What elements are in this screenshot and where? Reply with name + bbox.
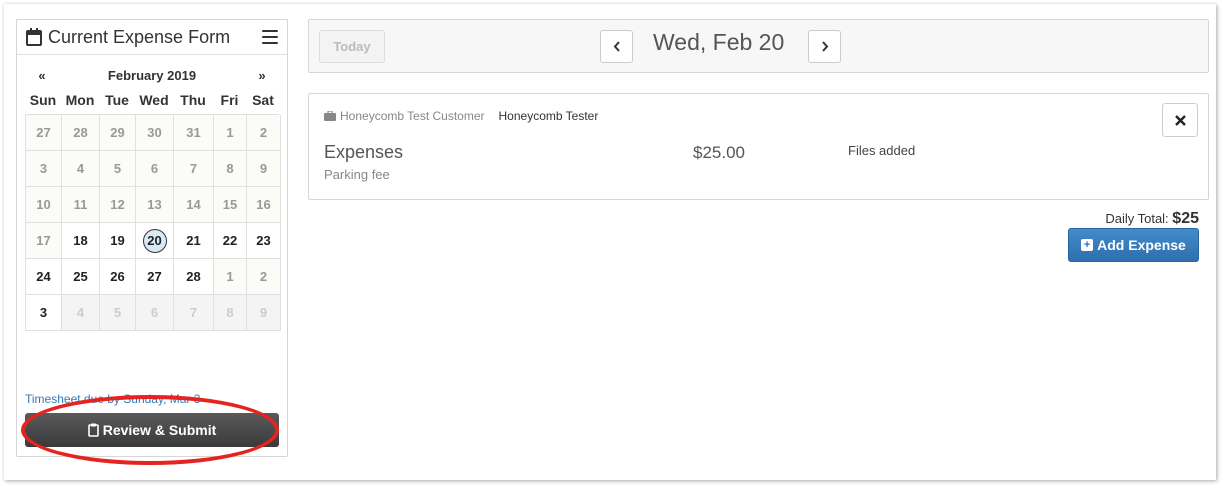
calendar-day[interactable]: 5 (100, 151, 136, 187)
expense-entry-card[interactable]: Honeycomb Test Customer Honeycomb Tester… (308, 93, 1209, 200)
panel-title: Current Expense Form (48, 26, 231, 47)
calendar-day[interactable]: 4 (62, 151, 100, 187)
calendar-day[interactable]: 17 (26, 223, 62, 259)
calendar-grid: 27 28 29 30 31 1 2 3 4 5 6 7 8 9 10 11 1… (25, 114, 281, 331)
calendar-day[interactable]: 1 (214, 259, 247, 295)
weekday-header: Sun Mon Tue Wed Thu Fri Sat (25, 86, 279, 114)
calendar-day[interactable]: 15 (214, 187, 247, 223)
calendar-day-selected[interactable]: 20 (136, 223, 174, 259)
chevron-right-icon (821, 41, 828, 52)
month-label: February 2019 (107, 67, 197, 83)
plus-square-icon: + (1081, 239, 1094, 251)
add-expense-button[interactable]: + Add Expense (1068, 228, 1199, 262)
calendar-day[interactable]: 2 (247, 259, 281, 295)
calendar-day[interactable]: 25 (62, 259, 100, 295)
delete-entry-button[interactable] (1162, 103, 1198, 137)
date-toolbar: Today Wed, Feb 20 (308, 19, 1209, 73)
calendar-day[interactable]: 10 (26, 187, 62, 223)
current-date-title: Wed, Feb 20 (653, 29, 785, 55)
calendar-day[interactable]: 7 (174, 151, 214, 187)
calendar-day[interactable]: 14 (174, 187, 214, 223)
calendar-day[interactable]: 24 (26, 259, 62, 295)
weekday-label: Tue (105, 92, 129, 108)
calendar-day[interactable]: 9 (247, 295, 281, 331)
weekday-label: Thu (180, 92, 206, 108)
expense-category: Expenses (324, 142, 404, 162)
prev-month-button[interactable]: « (25, 68, 59, 83)
selected-day-label: 20 (142, 228, 167, 253)
calendar-day[interactable]: 1 (214, 115, 247, 151)
customer-name: Honeycomb Test Customer (340, 109, 485, 123)
weekday-label: Sat (252, 92, 274, 108)
calendar-day[interactable]: 4 (62, 295, 100, 331)
files-status: Files added (848, 143, 916, 158)
timesheet-due-note: Timesheet due by Sunday, Mar 3 (25, 392, 201, 406)
calendar-day[interactable]: 28 (174, 259, 214, 295)
calendar-day[interactable]: 27 (136, 259, 174, 295)
panel-header: Current Expense Form (17, 20, 287, 55)
calendar-day[interactable]: 2 (247, 115, 281, 151)
entry-meta: Honeycomb Test Customer Honeycomb Tester (324, 109, 598, 123)
weekday-label: Sun (29, 92, 57, 108)
today-button[interactable]: Today (319, 30, 385, 63)
daily-total: Daily Total: $25 (1105, 210, 1199, 228)
menu-icon[interactable] (262, 30, 278, 44)
calendar-day[interactable]: 6 (136, 295, 174, 331)
calendar-day[interactable]: 5 (100, 295, 136, 331)
calendar-day[interactable]: 28 (62, 115, 100, 151)
calendar-day[interactable]: 23 (247, 223, 281, 259)
calendar-day[interactable]: 16 (247, 187, 281, 223)
calendar-day[interactable]: 26 (100, 259, 136, 295)
calendar-day[interactable]: 9 (247, 151, 281, 187)
calendar-icon (26, 28, 42, 46)
daily-total-value: $25 (1172, 210, 1199, 227)
next-day-button[interactable] (808, 30, 841, 63)
calendar-day[interactable]: 22 (214, 223, 247, 259)
calendar-day[interactable]: 31 (174, 115, 214, 151)
calendar-day[interactable]: 3 (26, 295, 62, 331)
calendar-day[interactable]: 19 (100, 223, 136, 259)
month-calendar: « February 2019 » Sun Mon Tue Wed Thu Fr… (25, 64, 281, 331)
calendar-day[interactable]: 13 (136, 187, 174, 223)
review-submit-button[interactable]: Review & Submit (25, 413, 279, 447)
weekday-label: Fri (220, 92, 239, 108)
close-icon (1174, 114, 1186, 126)
expense-description: Parking fee (324, 167, 390, 182)
calendar-nav: « February 2019 » (25, 64, 279, 86)
weekday-label: Wed (139, 92, 169, 108)
calendar-day[interactable]: 8 (214, 151, 247, 187)
prev-day-button[interactable] (600, 30, 633, 63)
calendar-day[interactable]: 27 (26, 115, 62, 151)
calendar-day[interactable]: 30 (136, 115, 174, 151)
add-expense-label: Add Expense (1097, 237, 1186, 253)
calendar-day[interactable]: 3 (26, 151, 62, 187)
next-month-button[interactable]: » (245, 68, 279, 83)
chevron-left-icon (613, 41, 620, 52)
project-name: Honeycomb Tester (498, 109, 599, 123)
calendar-day[interactable]: 6 (136, 151, 174, 187)
clipboard-icon (87, 423, 99, 437)
calendar-day[interactable]: 11 (62, 187, 100, 223)
calendar-day[interactable]: 21 (174, 223, 214, 259)
calendar-day[interactable]: 8 (214, 295, 247, 331)
weekday-label: Mon (65, 92, 95, 108)
review-submit-label: Review & Submit (102, 422, 217, 438)
expense-form-panel: Current Expense Form « February 2019 » S… (16, 19, 288, 457)
expense-amount: $25.00 (693, 143, 745, 162)
briefcase-icon (324, 111, 336, 121)
calendar-day[interactable]: 18 (62, 223, 100, 259)
daily-total-label: Daily Total: (1105, 211, 1169, 226)
calendar-day[interactable]: 29 (100, 115, 136, 151)
calendar-day[interactable]: 7 (174, 295, 214, 331)
calendar-day[interactable]: 12 (100, 187, 136, 223)
